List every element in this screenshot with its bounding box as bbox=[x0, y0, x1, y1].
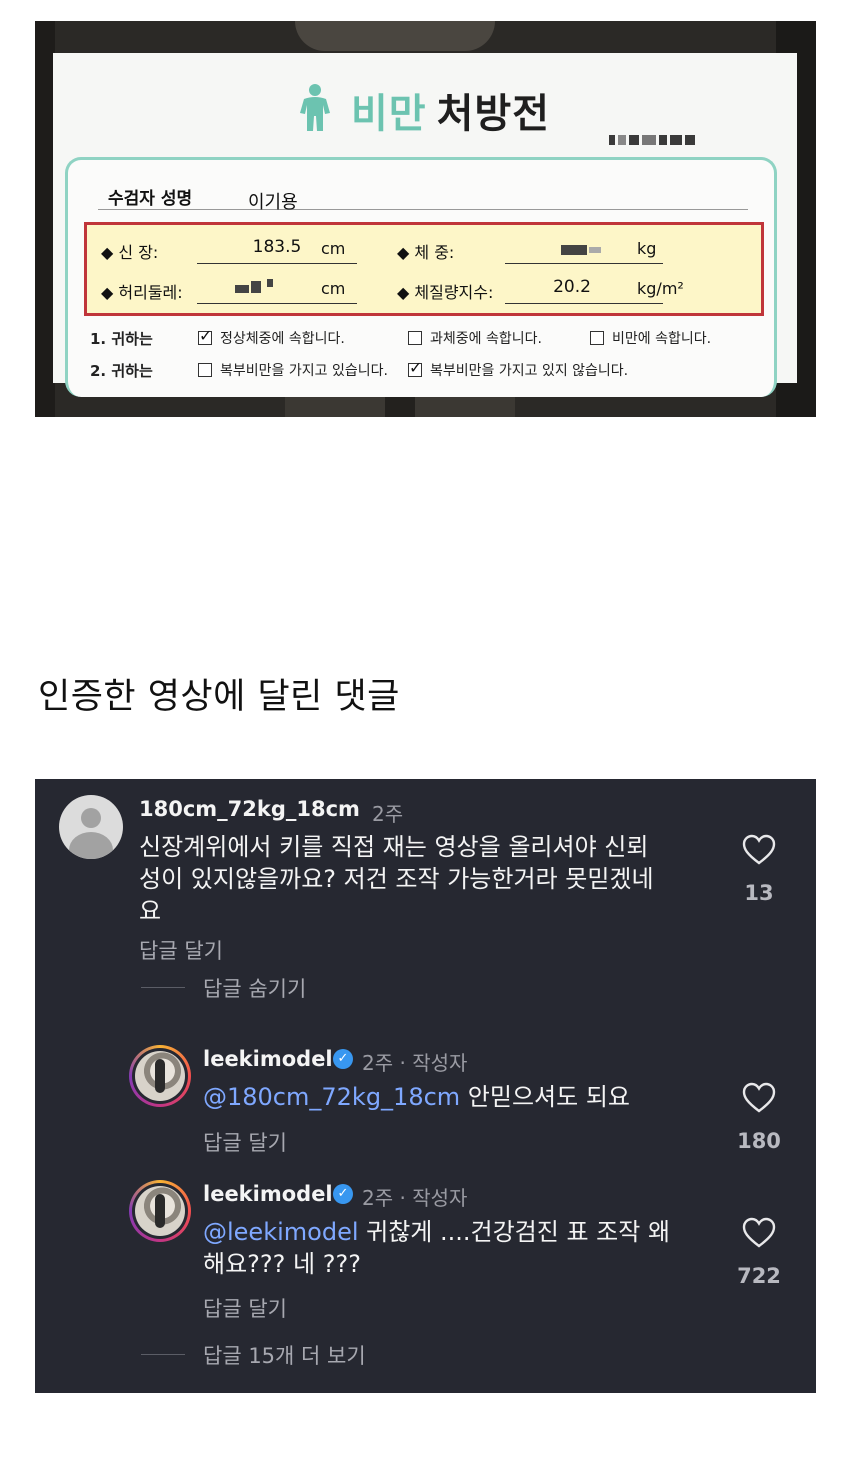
mention-link[interactable]: @leekimodel bbox=[203, 1218, 359, 1246]
weight-unit: kg bbox=[637, 239, 657, 258]
reply-meta: 2주 · 작성자 bbox=[362, 1051, 468, 1075]
bmi-label: ◆ 체질량지수: bbox=[397, 283, 494, 302]
comment-text-line: 신장계위에서 키를 직접 재는 영상을 올리셔야 신뢰 bbox=[139, 833, 649, 861]
checkbox-icon bbox=[408, 331, 422, 345]
like-count: 722 bbox=[737, 1264, 781, 1288]
like-count: 180 bbox=[737, 1129, 781, 1153]
heart-icon[interactable] bbox=[742, 1217, 776, 1249]
blurred-id-mark bbox=[609, 129, 709, 145]
reply-username[interactable]: leekimodel bbox=[203, 1182, 333, 1206]
checkbox-icon bbox=[408, 358, 422, 377]
height-label: ◆ 신 장: bbox=[101, 243, 159, 262]
reply-button[interactable]: 답글 달기 bbox=[139, 935, 223, 965]
checkbox-icon bbox=[198, 363, 212, 377]
measurements-highlight-box: ◆ 신 장: 183.5 cm ◆ 체 중: kg ◆ 허리둘레: cm ◆ 체… bbox=[84, 222, 764, 316]
form-title: 비만 처방전 bbox=[351, 81, 550, 139]
reply-text-line: 해요??? 네 ??? bbox=[203, 1250, 361, 1278]
waist-unit: cm bbox=[321, 279, 346, 298]
option-normal-weight-label: 정상체중에 속합니다. bbox=[220, 331, 345, 347]
waist-label: ◆ 허리둘레: bbox=[101, 283, 183, 302]
avatar-inner bbox=[132, 1183, 188, 1239]
reply-meta: 2주 · 작성자 bbox=[362, 1186, 468, 1210]
abdominal-status-row: 2. 귀하는 복부비만을 가지고 있습니다. 복부비만을 가지고 있지 않습니다… bbox=[90, 358, 770, 380]
option-obese: 비만에 속합니다. bbox=[590, 328, 711, 348]
option-abdominal-obesity-label: 복부비만을 가지고 있습니다. bbox=[220, 363, 388, 379]
option-overweight: 과체중에 속합니다. bbox=[408, 328, 542, 348]
waist-censored bbox=[235, 285, 249, 293]
heart-icon[interactable] bbox=[742, 1082, 776, 1114]
bmi-unit: kg/m² bbox=[637, 279, 684, 298]
weight-underline bbox=[505, 263, 663, 264]
reply-button[interactable]: 답글 달기 bbox=[203, 1293, 287, 1323]
mention-link[interactable]: @180cm_72kg_18cm bbox=[203, 1083, 460, 1111]
comment-text: 신장계위에서 키를 직접 재는 영상을 올리셔야 신뢰 성이 있지않을까요? 저… bbox=[139, 831, 719, 927]
comment-text-line: 요 bbox=[139, 897, 162, 925]
avatar-body bbox=[69, 832, 113, 859]
comment-time: 2주 bbox=[372, 802, 404, 826]
form-header: 비만 처방전 bbox=[53, 53, 797, 153]
verified-badge-icon: ✓ bbox=[333, 1049, 353, 1069]
name-row: 수검자 성명 이기용 bbox=[98, 182, 748, 213]
waist-censored-2 bbox=[251, 281, 261, 293]
avatar-figure bbox=[155, 1059, 165, 1093]
form-title-rest: 처방전 bbox=[436, 91, 551, 137]
more-replies-divider bbox=[141, 1354, 185, 1355]
bmi-value: 20.2 bbox=[553, 277, 591, 297]
avatar-head bbox=[81, 808, 101, 828]
option-normal-weight: 정상체중에 속합니다. bbox=[198, 326, 345, 348]
reply-text-body: 안믿으셔도 되요 bbox=[460, 1083, 630, 1111]
comments-panel: 180cm_72kg_18cm 2주 신장계위에서 키를 직접 재는 영상을 올… bbox=[35, 779, 816, 1393]
avatar-figure bbox=[155, 1194, 165, 1228]
height-unit: cm bbox=[321, 239, 346, 258]
replies-divider bbox=[141, 987, 185, 988]
form-body: 수검자 성명 이기용 ◆ 신 장: 183.5 cm ◆ 체 중: kg ◆ 허… bbox=[65, 157, 777, 397]
post-caption: 인증한 영상에 달린 댓글 bbox=[38, 677, 400, 717]
avatar[interactable] bbox=[129, 1180, 191, 1242]
name-label: 수검자 성명 bbox=[108, 189, 193, 209]
bmi-underline bbox=[505, 303, 663, 304]
reply-username[interactable]: leekimodel bbox=[203, 1047, 333, 1071]
row1-label: 1. 귀하는 bbox=[90, 330, 153, 348]
reply-button[interactable]: 답글 달기 bbox=[203, 1127, 287, 1157]
form-title-highlight: 비만 bbox=[351, 91, 427, 137]
reply-text: @leekimodel 귀찮게 ....건강검진 표 조작 왜 해요??? 네 … bbox=[203, 1216, 733, 1280]
view-more-replies-button[interactable]: 답글 15개 더 보기 bbox=[203, 1340, 366, 1370]
option-no-abdominal-obesity-label: 복부비만을 가지고 있지 않습니다. bbox=[430, 363, 629, 379]
comment-text-line: 성이 있지않을까요? 저건 조작 가능한거라 못믿겠네 bbox=[139, 865, 654, 893]
avatar-photo bbox=[135, 1051, 185, 1101]
option-overweight-label: 과체중에 속합니다. bbox=[430, 331, 542, 347]
waist-underline bbox=[197, 303, 357, 304]
height-underline bbox=[197, 263, 357, 264]
checkbox-icon bbox=[198, 326, 212, 345]
avatar-inner bbox=[132, 1048, 188, 1104]
verified-badge-icon: ✓ bbox=[333, 1184, 353, 1204]
comment-username[interactable]: 180cm_72kg_18cm bbox=[139, 797, 360, 821]
reply-text: @180cm_72kg_18cm 안믿으셔도 되요 bbox=[203, 1081, 723, 1113]
weight-censored bbox=[561, 245, 587, 255]
reply-text-body: 귀찮게 ....건강검진 표 조작 왜 bbox=[358, 1218, 671, 1246]
obesity-prescription-form: 비만처방전 수검자 성명 이기용 ◆ 신 장: 183.5 cm ◆ 체 중: bbox=[53, 53, 797, 397]
checkbox-icon bbox=[590, 331, 604, 345]
hide-replies-button[interactable]: 답글 숨기기 bbox=[203, 973, 306, 1003]
option-abdominal-obesity: 복부비만을 가지고 있습니다. bbox=[198, 360, 388, 380]
photo-shadow bbox=[35, 21, 55, 417]
avatar[interactable] bbox=[59, 795, 123, 859]
photo-background-figure bbox=[295, 21, 495, 51]
weight-label: ◆ 체 중: bbox=[397, 243, 455, 262]
prescription-photo: 비만처방전 수검자 성명 이기용 ◆ 신 장: 183.5 cm ◆ 체 중: bbox=[35, 21, 816, 417]
option-obese-label: 비만에 속합니다. bbox=[612, 331, 712, 347]
name-value: 이기용 bbox=[248, 192, 298, 213]
waist-censored-3 bbox=[267, 279, 273, 287]
heart-icon[interactable] bbox=[742, 834, 776, 866]
avatar[interactable] bbox=[129, 1045, 191, 1107]
like-count: 13 bbox=[744, 881, 774, 905]
person-icon bbox=[300, 84, 330, 131]
weight-censored-2 bbox=[589, 247, 601, 253]
weight-status-row: 1. 귀하는 정상체중에 속합니다. 과체중에 속합니다. 비만에 속합니다. bbox=[90, 326, 770, 348]
avatar-photo bbox=[135, 1186, 185, 1236]
option-no-abdominal-obesity: 복부비만을 가지고 있지 않습니다. bbox=[408, 358, 629, 380]
row2-label: 2. 귀하는 bbox=[90, 362, 153, 380]
